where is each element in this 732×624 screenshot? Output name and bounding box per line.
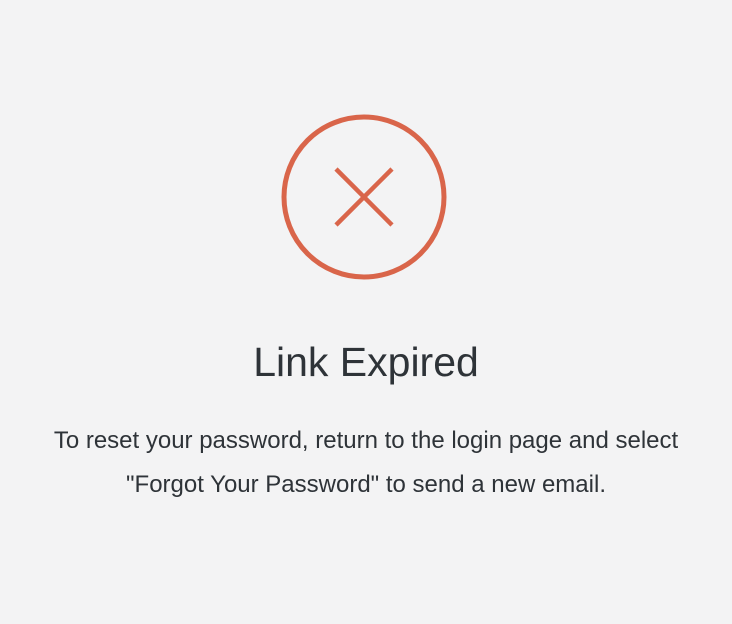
instructions-text: To reset your password, return to the lo… — [53, 427, 679, 498]
page-title: Link Expired — [253, 339, 479, 385]
error-x-circle-icon — [279, 112, 449, 282]
link-expired-page: Link Expired To reset your password, ret… — [0, 0, 732, 624]
